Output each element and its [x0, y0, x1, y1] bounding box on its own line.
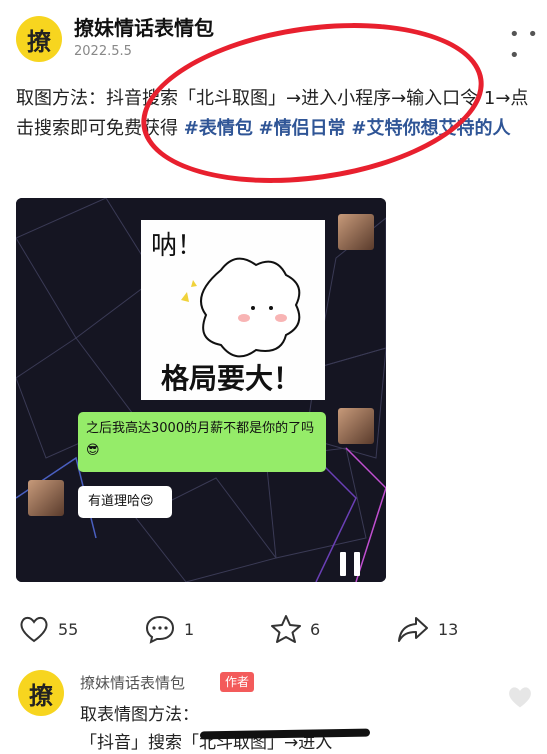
- star-icon: [271, 615, 301, 643]
- author-badge: 作者: [220, 672, 255, 692]
- author-name[interactable]: 撩妹情话表情包: [74, 12, 214, 41]
- comment-count: 1: [184, 619, 195, 639]
- sticker-image: 呐！ 格局要大！: [141, 220, 325, 400]
- like-count: 55: [58, 619, 79, 639]
- author-avatar[interactable]: 撩: [16, 16, 62, 62]
- commenter-avatar[interactable]: 撩: [18, 670, 64, 716]
- share-count: 13: [438, 619, 459, 639]
- like-button[interactable]: 55: [18, 612, 78, 646]
- heart-icon: [20, 616, 48, 643]
- favorite-button[interactable]: 6: [270, 612, 320, 646]
- chat-bubble-sent: 之后我高达3000的月薪不都是你的了吗😎: [78, 412, 326, 472]
- comment-text-line: 取表情图方法：: [80, 705, 199, 725]
- favorite-count: 6: [310, 619, 321, 639]
- comment-button[interactable]: 1: [144, 612, 194, 646]
- comment-like-heart-icon[interactable]: [506, 684, 534, 710]
- commenter-name[interactable]: 撩妹情话表情包: [80, 672, 185, 693]
- chat-avatar: [338, 408, 374, 444]
- scribble-overlay: [199, 728, 371, 740]
- video-player[interactable]: 呐！ 格局要大！ 之后我高达3000的月薪不都是你的了吗😎 有道理哈😍: [16, 198, 386, 582]
- chat-avatar: [28, 480, 64, 516]
- pause-icon[interactable]: [340, 552, 362, 576]
- share-arrow-icon: [398, 617, 428, 642]
- chat-avatar: [338, 214, 374, 250]
- share-button[interactable]: 13: [396, 612, 458, 646]
- sticker-top-text: 呐！: [151, 231, 203, 261]
- chat-bubble-received: 有道理哈😍: [78, 486, 172, 518]
- comment-bubble-icon: [145, 615, 175, 644]
- more-dots-icon[interactable]: • • •: [509, 24, 547, 66]
- sticker-bottom-text: 格局要大！: [161, 362, 301, 395]
- post-date: 2022.5.5: [74, 44, 132, 59]
